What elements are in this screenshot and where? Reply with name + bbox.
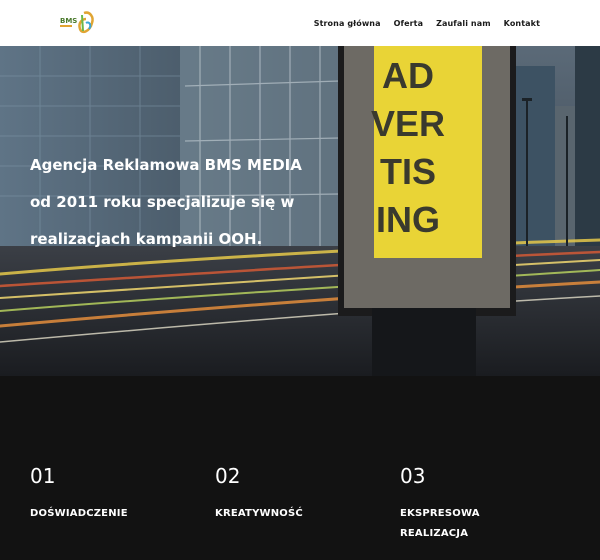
nav-offer[interactable]: Oferta <box>394 19 423 28</box>
svg-text:ING: ING <box>376 199 440 240</box>
main-nav: Strona główna Oferta Zaufali nam Kontakt <box>314 0 540 46</box>
hero-line-2: od 2011 roku specjalizuje się w <box>30 193 295 211</box>
feature-express: 03 EKSPRESOWA REALIZACJA <box>400 464 490 544</box>
hero-line-1: Agencja Reklamowa BMS MEDIA <box>30 156 302 174</box>
hero-line-3: realizacjach kampanii OOH. <box>30 230 263 248</box>
logo[interactable]: BMS <box>58 9 102 37</box>
svg-text:BMS: BMS <box>60 17 77 25</box>
feature-number: 02 <box>215 464 241 488</box>
feature-experience: 01 DOŚWIADCZENIE <box>30 464 180 524</box>
hero-heading: Agencja Reklamowa BMS MEDIA od 2011 roku… <box>30 158 320 269</box>
svg-text:VER: VER <box>371 103 445 144</box>
feature-number: 03 <box>400 464 426 488</box>
site-header: BMS Strona główna Oferta Zaufali nam Kon… <box>0 0 600 46</box>
feature-creativity: 02 KREATYWNOŚĆ <box>215 464 365 524</box>
svg-text:AD: AD <box>382 55 434 96</box>
nav-clients[interactable]: Zaufali nam <box>436 19 491 28</box>
svg-text:TIS: TIS <box>380 151 436 192</box>
features-section: 01 DOŚWIADCZENIE 02 KREATYWNOŚĆ 03 EKSPR… <box>0 376 600 560</box>
feature-title: EKSPRESOWA REALIZACJA <box>400 508 480 539</box>
nav-contact[interactable]: Kontakt <box>504 19 540 28</box>
feature-number: 01 <box>30 464 56 488</box>
nav-home[interactable]: Strona główna <box>314 19 381 28</box>
hero-banner: AD VER TIS ING Agencja Reklamowa BMS MED… <box>0 46 600 376</box>
feature-title: DOŚWIADCZENIE <box>30 508 128 519</box>
feature-title: KREATYWNOŚĆ <box>215 508 303 519</box>
